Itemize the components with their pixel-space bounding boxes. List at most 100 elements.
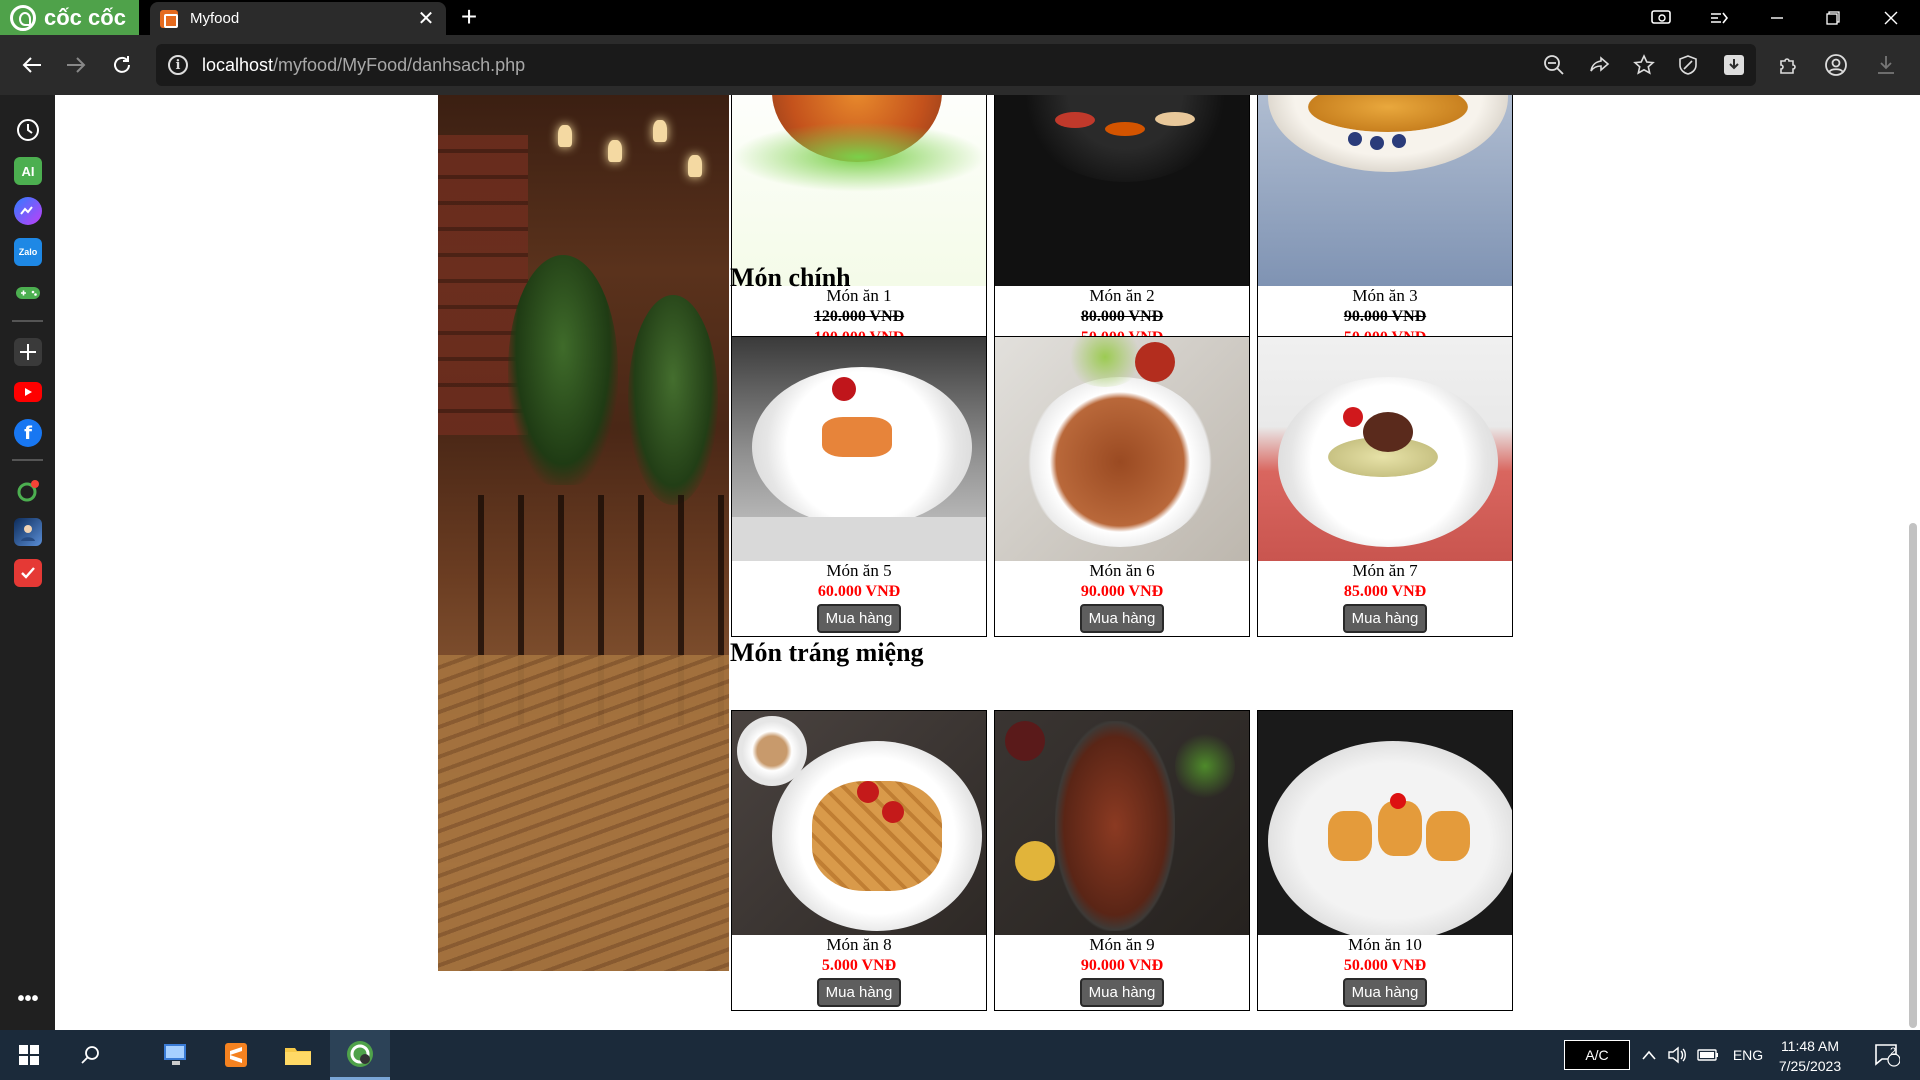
product-name: Món ăn 8 (826, 935, 892, 954)
buy-button[interactable]: Mua hàng (1079, 978, 1165, 1007)
share-icon[interactable] (1584, 49, 1616, 81)
start-button[interactable] (0, 1030, 58, 1080)
add-sidebar-app-icon[interactable] (14, 338, 42, 366)
site-info-icon[interactable]: i (168, 55, 188, 75)
forward-button[interactable] (58, 47, 94, 83)
product-image[interactable] (995, 711, 1249, 935)
todo-check-icon[interactable] (14, 559, 42, 587)
ai-chat-icon[interactable]: AI (14, 157, 42, 185)
product-card-5: Món ăn 5 60.000 VNĐ Mua hàng (731, 336, 987, 637)
show-hidden-icons-chevron-up-icon[interactable] (1638, 1030, 1660, 1080)
product-name: Món ăn 5 (826, 561, 892, 580)
url-host: localhost (202, 54, 274, 75)
battery-icon[interactable] (1694, 1030, 1722, 1080)
product-image[interactable] (732, 711, 986, 935)
brand-label: cốc cốc (44, 4, 126, 30)
tab-myfood[interactable]: Myfood ✕ (150, 2, 446, 35)
reload-button[interactable] (104, 47, 140, 83)
hanging-lamp (688, 155, 702, 177)
product-image[interactable] (1258, 337, 1512, 561)
sidebar-more-icon[interactable]: ••• (14, 985, 42, 1013)
product-image[interactable] (732, 95, 986, 286)
file-explorer-icon[interactable] (270, 1030, 326, 1080)
page-scrollbar[interactable] (1905, 95, 1920, 1030)
coccoc-map-icon[interactable] (14, 477, 42, 505)
clock-date: 7/25/2023 (1778, 1058, 1842, 1074)
volume-icon[interactable] (1664, 1030, 1690, 1080)
product-image[interactable] (1258, 95, 1512, 286)
product-old-price: 80.000 VNĐ (1080, 308, 1164, 325)
extensions-puzzle-icon[interactable] (1772, 49, 1804, 81)
notification-count: 2 (1890, 1046, 1897, 1058)
search-icon[interactable] (62, 1030, 118, 1080)
youtube-icon[interactable] (14, 382, 42, 402)
tab-search-icon[interactable] (1696, 0, 1742, 35)
hanging-lamp (608, 140, 622, 162)
sidebar-divider (12, 459, 43, 461)
messenger-icon[interactable] (14, 197, 42, 225)
product-price: 5.000 VNĐ (821, 957, 897, 974)
tab-strip: cốc cốc Myfood ✕ + (0, 0, 1920, 35)
browser-sidebar: AI Zalo f ••• (0, 95, 55, 1030)
product-image[interactable] (732, 337, 986, 561)
tab-title: Myfood (190, 10, 240, 27)
buy-button[interactable]: Mua hàng (816, 978, 902, 1007)
adblock-shield-icon[interactable] (1672, 49, 1704, 81)
game-controller-icon[interactable] (14, 279, 42, 307)
close-window-button[interactable] (1868, 0, 1914, 35)
language-indicator[interactable]: ENG (1728, 1030, 1768, 1080)
input-indicator[interactable]: A/C (1564, 1040, 1630, 1070)
product-image[interactable] (1258, 711, 1512, 935)
hanging-lamp (558, 125, 572, 147)
product-card-10: Món ăn 10 50.000 VNĐ Mua hàng (1257, 710, 1513, 1011)
address-bar[interactable]: i localhost/myfood/MyFood/danhsach.php (156, 44, 1756, 86)
minimize-button[interactable] (1754, 0, 1800, 35)
coccoc-taskbar-icon[interactable] (330, 1030, 390, 1080)
clock-time: 11:48 AM (1780, 1038, 1840, 1054)
product-image[interactable] (995, 95, 1249, 286)
product-price: 60.000 VNĐ (817, 583, 901, 600)
screen-capture-icon[interactable] (1638, 0, 1684, 35)
back-button[interactable] (14, 47, 50, 83)
section-title-dessert: Món tráng miệng (730, 638, 924, 667)
system-clock[interactable]: 11:48 AM 7/25/2023 (1766, 1036, 1854, 1076)
facebook-icon[interactable]: f (14, 419, 42, 447)
product-name: Món ăn 3 (1352, 286, 1418, 305)
buy-button[interactable]: Mua hàng (1342, 978, 1428, 1007)
scrollbar-thumb[interactable] (1909, 523, 1917, 1028)
sidebar-divider (12, 320, 43, 322)
profile-avatar-icon[interactable] (1820, 49, 1852, 81)
url-path: /myfood/MyFood/danhsach.php (273, 54, 526, 75)
wooden-floor (438, 655, 729, 971)
coccoc-menu-button[interactable]: cốc cốc (0, 0, 139, 35)
restore-button[interactable] (1810, 0, 1856, 35)
history-icon[interactable] (14, 116, 42, 144)
zalo-icon[interactable]: Zalo (14, 238, 42, 266)
sublime-text-icon[interactable] (208, 1030, 264, 1080)
coccoc-logo-icon (10, 4, 36, 31)
notifications-icon[interactable]: 2 (1862, 1030, 1912, 1080)
product-card-9: Món ăn 9 90.000 VNĐ Mua hàng (994, 710, 1250, 1011)
web-page: Món ăn 1 120.000 VNĐ 100.000 VNĐ Mua hàn… (55, 95, 1905, 1030)
product-name: Món ăn 6 (1089, 561, 1155, 580)
product-price: 85.000 VNĐ (1343, 583, 1427, 600)
bookmark-star-icon[interactable] (1628, 49, 1660, 81)
product-price: 50.000 VNĐ (1343, 957, 1427, 974)
remote-desktop-icon[interactable] (148, 1030, 204, 1080)
zoom-out-icon[interactable] (1538, 49, 1570, 81)
product-name: Món ăn 2 (1089, 286, 1155, 305)
restaurant-interior-image (438, 95, 729, 971)
buy-button[interactable]: Mua hàng (1079, 604, 1165, 633)
tab-close-button[interactable]: ✕ (416, 9, 436, 29)
buy-button[interactable]: Mua hàng (1342, 604, 1428, 633)
product-name: Món ăn 10 (1348, 935, 1422, 954)
plant-decoration (508, 255, 618, 485)
buy-button[interactable]: Mua hàng (816, 604, 902, 633)
game-avatar-icon[interactable] (14, 518, 42, 546)
new-tab-button[interactable]: + (455, 3, 483, 32)
product-price: 90.000 VNĐ (1080, 957, 1164, 974)
downloads-icon[interactable] (1870, 49, 1902, 81)
xampp-favicon-icon (160, 9, 178, 28)
product-image[interactable] (995, 337, 1249, 561)
savior-download-icon[interactable] (1718, 49, 1750, 81)
